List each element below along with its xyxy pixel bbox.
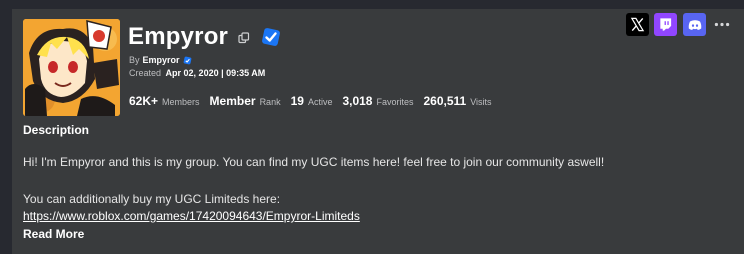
stat-label: Rank (259, 97, 281, 107)
stat-label: Active (307, 97, 333, 107)
description-heading: Description (23, 123, 90, 137)
copy-icon[interactable] (238, 31, 250, 44)
created-line: Created Apr 02, 2020 | 09:35 AM (129, 68, 265, 78)
owner-verified-icon (183, 56, 191, 64)
x-logo-icon[interactable] (626, 13, 649, 36)
twitch-logo-icon[interactable] (654, 13, 677, 36)
stat-active: 19 Active (291, 94, 333, 108)
stat-label: Favorites (376, 97, 414, 107)
group-stats: 62K+ Members Member Rank 19 Active 3,018… (129, 94, 502, 108)
description-link[interactable]: https://www.roblox.com/games/17420094643… (23, 209, 360, 223)
stat-visits: 260,511 Visits (424, 94, 492, 108)
read-more-button[interactable]: Read More (23, 227, 84, 241)
more-options-icon[interactable] (712, 13, 732, 36)
stat-rank: Member Rank (210, 94, 281, 108)
created-prefix: Created (129, 68, 162, 78)
stat-value: 3,018 (342, 94, 373, 108)
stat-label: Members (162, 97, 200, 107)
description-paragraph: Hi! I'm Empyror and this is my group. Yo… (23, 155, 605, 169)
stat-favorites: 3,018 Favorites (342, 94, 413, 108)
owner-line: By Empyror (129, 55, 192, 65)
group-name: Empyror (128, 23, 229, 50)
group-emblem-image (23, 19, 120, 116)
description-paragraph: You can additionally buy my UGC Limiteds… (23, 192, 281, 206)
by-prefix: By (129, 55, 140, 65)
created-date: Apr 02, 2020 | 09:35 AM (165, 68, 266, 78)
group-title-row: Empyror (128, 22, 282, 52)
stat-value: 260,511 (423, 94, 467, 108)
stat-label: Visits (470, 97, 492, 107)
stat-value: 19 (290, 94, 304, 108)
owner-link[interactable]: Empyror (143, 55, 180, 65)
stat-value: Member (209, 94, 256, 108)
stat-value: 62K+ (129, 94, 159, 108)
stat-members: 62K+ Members (129, 94, 200, 108)
discord-logo-icon[interactable] (683, 13, 706, 36)
verified-badge-icon (260, 26, 282, 48)
